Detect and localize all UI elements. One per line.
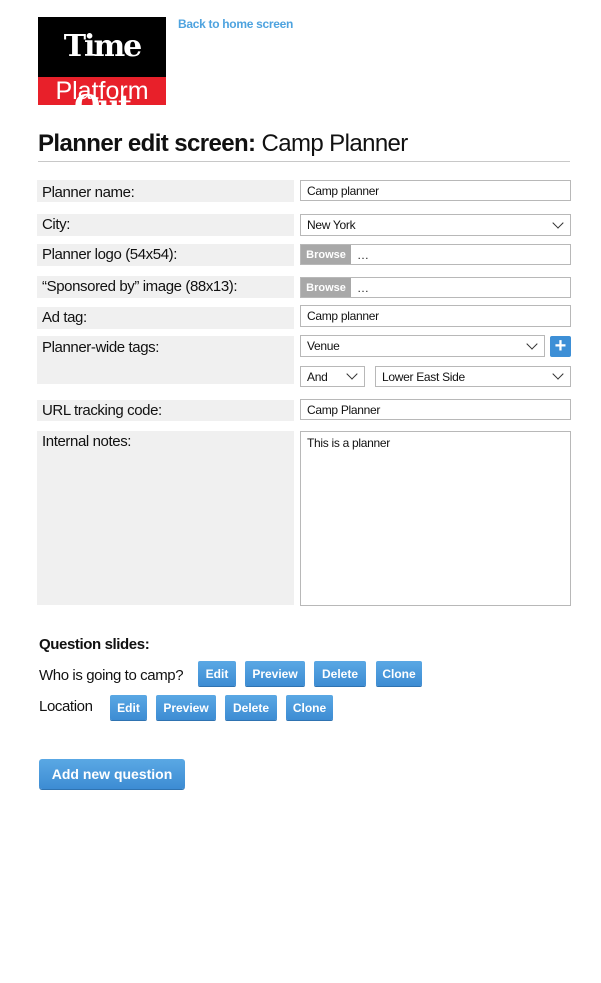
url-tracking-input[interactable]: Camp Planner (300, 399, 571, 420)
planner-logo-browse-button[interactable]: Browse (301, 245, 351, 264)
planner-name-input[interactable]: Camp planner (300, 180, 571, 201)
page-title: Planner edit screen: Camp Planner (38, 130, 408, 158)
ad-tag-label: Ad tag: (37, 307, 294, 329)
time-out-platform-logo: Time Out Platform (38, 17, 166, 124)
chevron-down-icon (526, 337, 538, 350)
question-slides-title: Question slides: (39, 636, 150, 653)
tag-location-select[interactable]: Lower East Side (375, 366, 571, 387)
city-select[interactable]: New York (300, 214, 571, 236)
chevron-down-icon (552, 368, 564, 380)
internal-notes-textarea[interactable]: This is a planner (300, 431, 571, 606)
page-title-bold: Planner edit screen: (38, 130, 256, 157)
clone-button[interactable]: Clone (286, 695, 333, 720)
city-select-value: New York (307, 218, 356, 232)
preview-button[interactable]: Preview (156, 695, 216, 720)
tag-select[interactable]: Venue (300, 335, 545, 357)
url-tracking-label: URL tracking code: (37, 400, 294, 421)
edit-button[interactable]: Edit (198, 661, 236, 686)
chevron-down-icon (552, 216, 564, 229)
back-to-home-link[interactable]: Back to home screen (178, 17, 293, 31)
chevron-down-icon (346, 368, 358, 380)
logo-time-out: Time Out (38, 17, 166, 124)
delete-button[interactable]: Delete (225, 695, 277, 720)
internal-notes-label: Internal notes: (37, 431, 294, 605)
delete-button[interactable]: Delete (314, 661, 366, 686)
city-label: City: (37, 214, 294, 236)
tag-operator-select[interactable]: And (300, 366, 365, 387)
planner-logo-label: Planner logo (54x54): (37, 244, 294, 266)
ad-tag-input[interactable]: Camp planner (300, 305, 571, 327)
question-label: Location (39, 698, 93, 715)
title-divider (38, 161, 570, 162)
planner-wide-tags-label: Planner-wide tags: (37, 336, 294, 384)
sponsored-image-browse-button[interactable]: Browse (301, 278, 351, 297)
logo-platform: Platform (38, 77, 166, 105)
sponsored-image-label: “Sponsored by” image (88x13): (37, 276, 294, 298)
clone-button[interactable]: Clone (376, 661, 422, 686)
preview-button[interactable]: Preview (245, 661, 305, 686)
question-label: Who is going to camp? (39, 667, 184, 684)
tag-location-value: Lower East Side (382, 369, 465, 384)
tag-select-value: Venue (307, 339, 340, 353)
page-title-name: Camp Planner (255, 130, 408, 157)
tag-operator-value: And (307, 369, 328, 384)
sponsored-image-file-input[interactable]: Browse … (300, 277, 571, 298)
edit-button[interactable]: Edit (110, 695, 147, 720)
add-tag-button[interactable]: + (550, 336, 571, 357)
sponsored-image-filename: … (357, 280, 369, 295)
planner-logo-file-input[interactable]: Browse … (300, 244, 571, 265)
planner-logo-filename: … (357, 247, 369, 262)
planner-name-label: Planner name: (37, 180, 294, 202)
add-new-question-button[interactable]: Add new question (39, 759, 185, 789)
